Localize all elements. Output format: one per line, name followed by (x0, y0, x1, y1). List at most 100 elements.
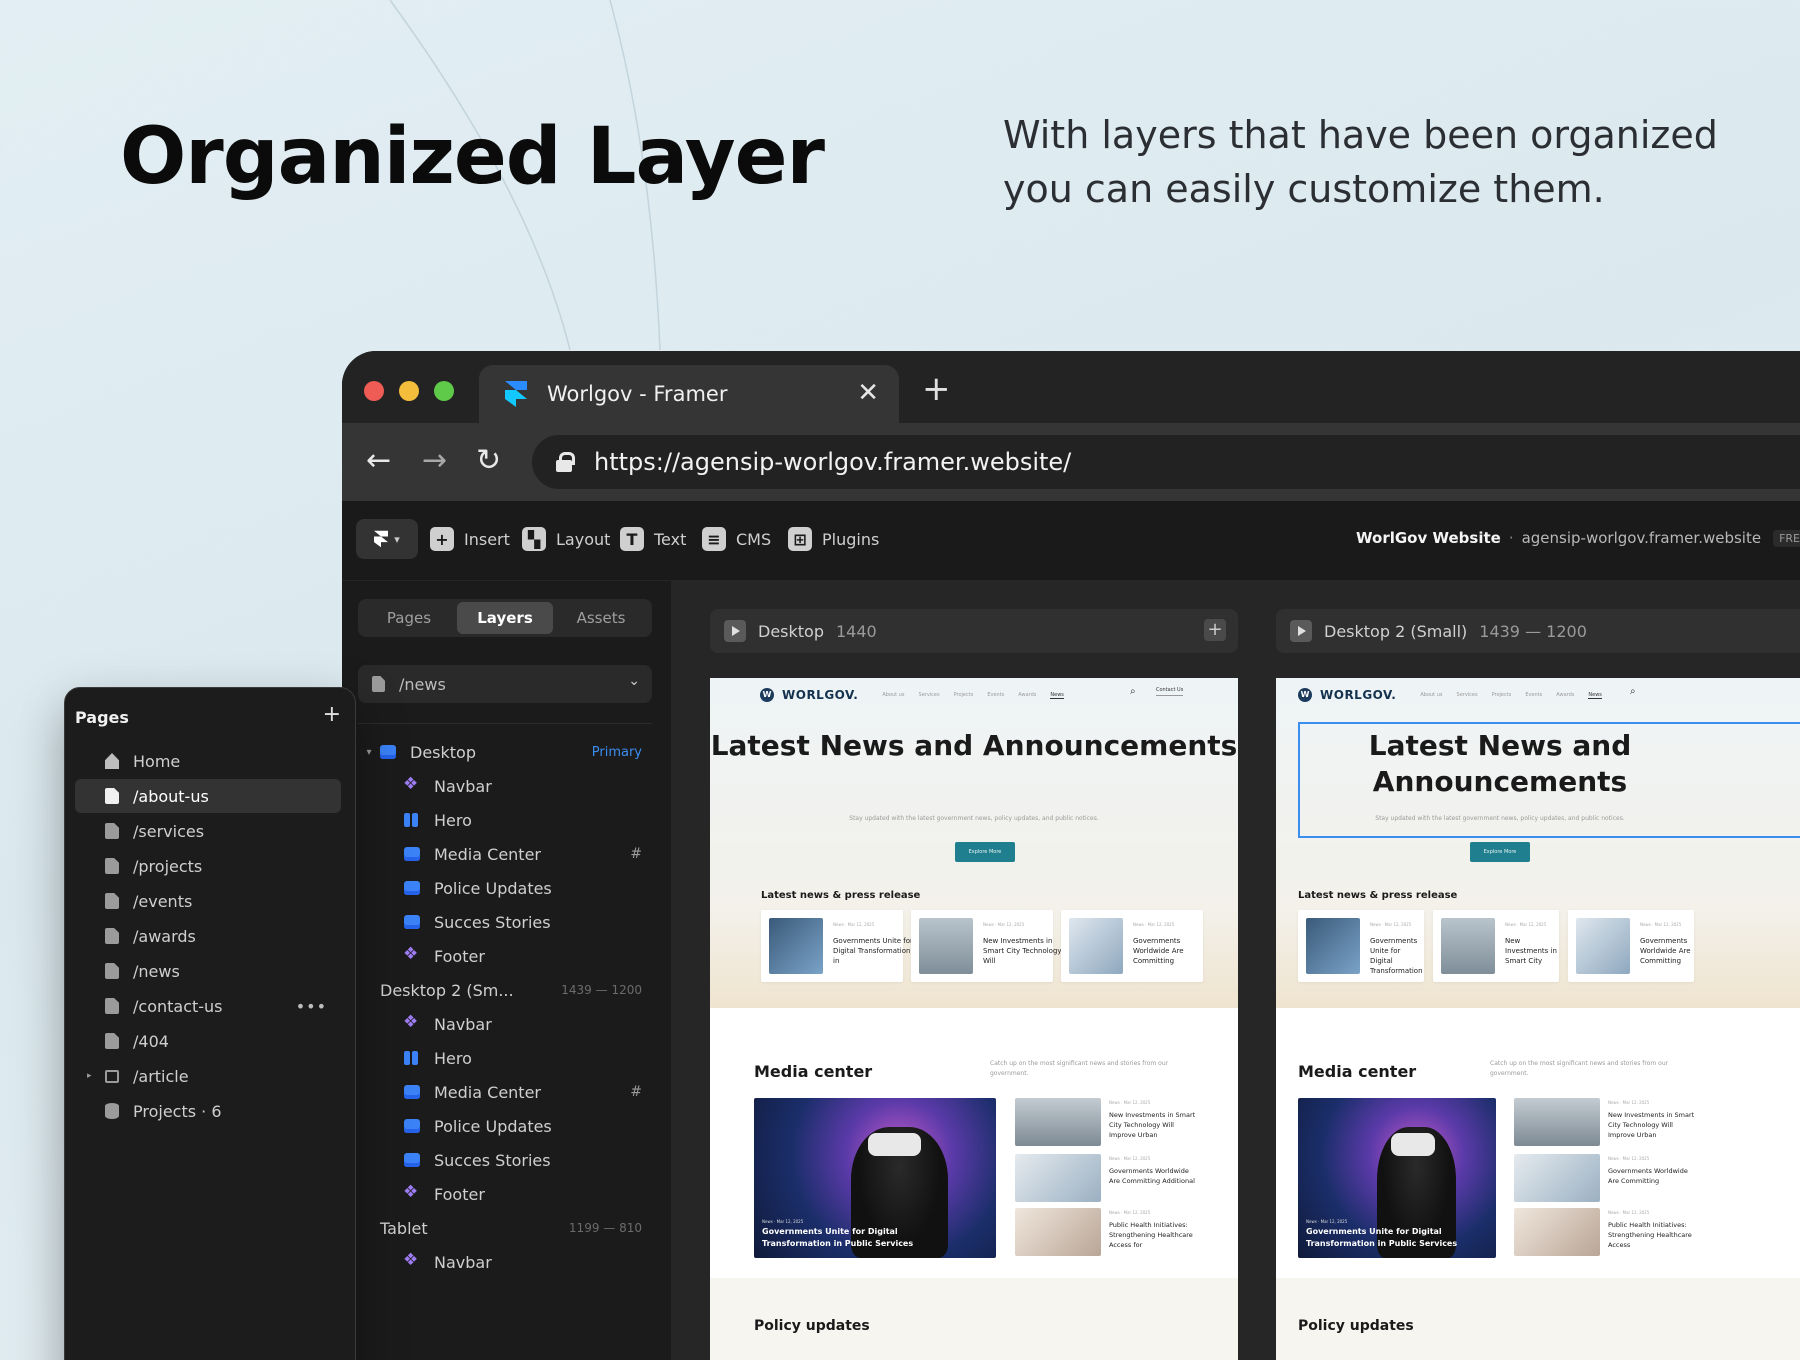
toolbar-text[interactable]: T Text (620, 521, 686, 557)
page-item[interactable]: /about-us (75, 779, 341, 813)
more-options-icon[interactable]: ••• (296, 997, 327, 1016)
toolbar-insert[interactable]: + Insert (430, 521, 510, 557)
toolbar-layout[interactable]: ▚ Layout (522, 521, 610, 557)
frame-name: Desktop (758, 621, 824, 641)
page-item[interactable]: /contact-us ••• (75, 989, 341, 1023)
browser-tab[interactable]: Worlgov - Framer ✕ (479, 365, 899, 423)
desktop-small-frame[interactable]: W WORLGOV. About us Services Projects Ev… (1276, 678, 1800, 1360)
page-item[interactable]: Home (75, 744, 341, 778)
text-icon: T (620, 527, 644, 551)
frame-label-desktop-small[interactable]: Desktop 2 (Small) 1439 — 1200 (1276, 609, 1800, 653)
page-title: Organized Layer (120, 112, 825, 202)
frame-label-desktop[interactable]: Desktop 1440 + (710, 609, 1238, 653)
layer-item[interactable]: ▾ Desktop Primary (342, 735, 672, 769)
site-nav-link: Projects (1491, 691, 1512, 698)
page-item[interactable]: /404 (75, 1024, 341, 1058)
frame-name: Desktop 2 (Small) (1324, 621, 1468, 641)
media-meta: News · Mar 12, 2025 (1109, 1210, 1151, 1215)
site-navbar: W WORLGOV. About us Services Projects Ev… (760, 688, 1064, 702)
search-icon: ⌕ (1630, 686, 1636, 697)
layer-label: Hero (434, 1048, 472, 1068)
site-explore-button: Explore More (1470, 842, 1530, 862)
media-center-desc: Catch up on the most significant news an… (990, 1060, 1169, 1077)
news-thumb (1069, 918, 1123, 974)
tab-assets[interactable]: Assets (553, 602, 649, 634)
layer-item[interactable]: Tablet 1199 — 810 (342, 1211, 672, 1245)
page-select[interactable]: /news ⌄ (358, 665, 652, 703)
forward-button[interactable]: → (422, 441, 447, 481)
layer-item[interactable]: Navbar (342, 1007, 672, 1041)
page-label: /projects (133, 856, 203, 876)
caret-right-icon[interactable]: ▸ (87, 1071, 92, 1081)
layer-item[interactable]: Navbar (342, 769, 672, 803)
policy-title: Policy updates (754, 1318, 870, 1334)
close-tab-icon[interactable]: ✕ (857, 377, 879, 409)
reload-button[interactable]: ↻ (476, 441, 501, 481)
layer-item[interactable]: Hero (342, 1041, 672, 1075)
minimize-window-button[interactable] (399, 381, 419, 401)
stack-icon (404, 881, 420, 895)
page-label: /events (133, 891, 193, 911)
layer-item[interactable]: Succes Stories (342, 1143, 672, 1177)
site-nav-links: About us Services Projects Events Awards… (882, 692, 1064, 699)
site-nav-link: About us (1420, 691, 1443, 698)
back-button[interactable]: ← (366, 441, 391, 481)
site-name: WorlGov Website (1356, 529, 1501, 547)
layer-item[interactable]: Footer (342, 939, 672, 973)
layer-item[interactable]: Succes Stories (342, 905, 672, 939)
framer-menu-button[interactable]: ▾ (356, 519, 418, 559)
desktop-frame[interactable]: W WORLGOV. About us Services Projects Ev… (710, 678, 1238, 1360)
layer-item[interactable]: Footer (342, 1177, 672, 1211)
file-icon (372, 676, 385, 692)
news-meta: News · Mar 12, 2025 (1640, 922, 1682, 927)
layer-item[interactable]: Hero (342, 803, 672, 837)
layer-item[interactable]: Police Updates (342, 1109, 672, 1143)
page-item[interactable]: ▸ /article (75, 1059, 341, 1093)
news-card: News · Mar 12, 2025 Governments Worldwid… (1568, 910, 1694, 982)
news-text: Governments Worldwide Are Committing (1133, 937, 1184, 965)
site-nav-link: Projects (953, 691, 974, 698)
add-breakpoint-button[interactable]: + (1204, 619, 1226, 641)
url-field[interactable]: https://agensip-worlgov.framer.website/ (532, 435, 1800, 489)
new-tab-button[interactable]: + (922, 369, 951, 409)
layer-item[interactable]: Media Center # (342, 837, 672, 871)
layer-label: Hero (434, 810, 472, 830)
site-nav-link: Awards (1556, 691, 1575, 698)
toolbar-text-label: Text (654, 529, 687, 549)
plugins-icon: ⊞ (788, 527, 812, 551)
tab-layers[interactable]: Layers (457, 602, 553, 634)
play-icon[interactable] (724, 620, 746, 642)
stack-icon (404, 847, 420, 861)
close-window-button[interactable] (364, 381, 384, 401)
tab-pages[interactable]: Pages (361, 602, 457, 634)
frame-size: 1439 — 1200 (1479, 621, 1587, 641)
media-meta: News · Mar 12, 2025 (1608, 1100, 1650, 1105)
site-info[interactable]: WorlGov Website · agensip-worlgov.framer… (1356, 529, 1800, 547)
page-item[interactable]: /awards (75, 919, 341, 953)
site-nav-link: Services (918, 691, 940, 698)
news-thumb (769, 918, 823, 974)
page-item[interactable]: /services (75, 814, 341, 848)
caret-icon[interactable]: ▾ (358, 747, 380, 758)
page-item[interactable]: /news (75, 954, 341, 988)
toolbar-cms[interactable]: ≡ CMS (702, 521, 771, 557)
page-item[interactable]: /projects (75, 849, 341, 883)
maximize-window-button[interactable] (434, 381, 454, 401)
media-list-item: News · Mar 12, 2025 Public Health Initia… (1514, 1208, 1714, 1256)
component-icon (403, 1182, 418, 1202)
page-label: /article (133, 1066, 189, 1086)
layer-item[interactable]: Desktop 2 (Sm... 1439 — 1200 (342, 973, 672, 1007)
news-text: New Investments in Smart City Technology… (983, 937, 1062, 965)
layer-item[interactable]: Police Updates (342, 871, 672, 905)
page-item[interactable]: /events (75, 884, 341, 918)
play-icon[interactable] (1290, 620, 1312, 642)
media-feature-meta: News · Mar 12, 2025 (1306, 1219, 1348, 1224)
cms-icon: ≡ (702, 527, 726, 551)
layer-item[interactable]: Media Center # (342, 1075, 672, 1109)
layer-item[interactable]: Navbar (342, 1245, 672, 1279)
toolbar-plugins[interactable]: ⊞ Plugins (788, 521, 879, 557)
media-text: New Investments in Smart City Technology… (1608, 1111, 1695, 1139)
page-item[interactable]: Projects · 6 (75, 1094, 341, 1128)
page-label: /about-us (133, 786, 209, 806)
add-page-icon[interactable]: + (323, 702, 341, 727)
